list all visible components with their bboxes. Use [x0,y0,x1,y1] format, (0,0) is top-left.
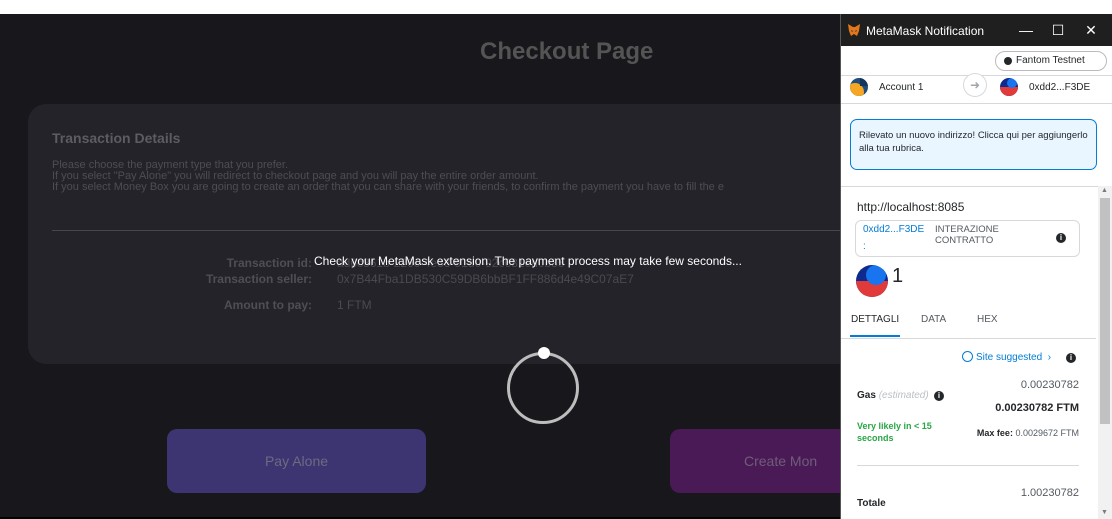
from-account-name[interactable]: Account 1 [879,82,923,93]
max-fee: Max fee: 0.0029672 FTM [977,428,1079,438]
network-selector[interactable]: Fantom Testnet [995,51,1107,71]
details-tabs: DETTAGLI DATA HEX [841,314,1096,338]
amount-label: Amount to pay: [224,298,312,312]
tab-details[interactable]: DETTAGLI [851,314,899,325]
divider [841,186,1112,187]
scroll-down-icon[interactable]: ▼ [1101,509,1108,516]
total-value: 1.00230782 [1020,487,1079,499]
token-avatar-icon [856,265,888,297]
divider [841,338,1096,339]
transaction-seller-value: 0x7B44Fba1DB530C59DB6bbBF1FF886d4e49C07a… [337,272,634,286]
gas-speed-estimate: Very likely in < 15 seconds [857,421,932,443]
window-titlebar: MetaMask Notification — ☐ ✕ [841,14,1112,46]
divider [857,465,1079,466]
info-icon[interactable]: i [934,391,944,401]
contract-address[interactable]: 0xdd2...F3DE [863,224,924,235]
transaction-amount: 1 [892,265,904,287]
network-status-icon [1004,57,1012,65]
network-name: Fantom Testnet [1016,55,1085,66]
minimize-button[interactable]: — [1016,20,1036,40]
globe-icon [962,351,973,362]
arrow-right-icon: ➜ [963,73,987,97]
dapp-dimmed-background: Checkout Page Transaction Details Please… [0,14,840,519]
max-fee-label: Max fee: [976,428,1013,438]
gas-label-text: Gas [857,390,876,401]
new-address-notice[interactable]: Rilevato un nuovo indirizzo! Clicca qui … [850,119,1097,170]
chevron-right-icon: › [1044,352,1052,363]
tab-data[interactable]: DATA [921,314,946,325]
close-button[interactable]: ✕ [1081,20,1101,40]
metamask-notification-window: MetaMask Notification — ☐ ✕ Fantom Testn… [840,14,1112,519]
card-title: Transaction Details [52,130,181,146]
contract-interaction-box[interactable]: 0xdd2...F3DE : INTERAZIONE CONTRATTO i [855,220,1080,257]
site-suggested-label: Site suggested [976,352,1043,363]
transaction-id-label: Transaction id: [226,256,312,270]
page-title: Checkout Page [480,38,654,65]
info-icon[interactable]: i [1066,353,1076,363]
card-description: Please choose the payment type that you … [52,160,724,193]
gas-value-ftm: 0.00230782 FTM [995,402,1079,414]
spinner-dot [538,347,550,359]
gas-label: Gas (estimated) [857,390,929,401]
site-suggested-link[interactable]: Site suggested › [962,351,1051,363]
window-title: MetaMask Notification [866,24,985,38]
pay-alone-button[interactable]: Pay Alone [167,429,426,493]
transaction-details-card: Transaction Details Please choose the pa… [28,104,840,364]
gas-estimated-label: (estimated) [878,390,929,401]
transaction-seller-label: Transaction seller: [205,272,312,286]
metamask-wait-message: Check your MetaMask extension. The payme… [314,254,742,268]
total-label: Totale [857,498,886,509]
create-money-box-button[interactable]: Create Mon [670,429,840,493]
recipient-address[interactable]: 0xdd2...F3DE [1029,82,1090,93]
info-icon[interactable]: i [1056,233,1066,243]
description-line: If you select Money Box you are going to… [52,181,724,193]
scroll-thumb[interactable] [1100,198,1110,424]
recipient-avatar-icon [1000,78,1018,96]
metamask-fox-icon [848,24,860,36]
divider [841,103,1112,104]
gas-value: 0.00230782 [1020,379,1079,391]
contract-colon: : [863,241,866,252]
account-avatar-icon [850,78,868,96]
max-fee-value: 0.0029672 FTM [1015,428,1079,438]
divider [52,230,840,231]
scrollbar[interactable]: ▲ ▼ [1098,186,1112,519]
contract-method-label: INTERAZIONE CONTRATTO [935,224,999,246]
amount-value: 1 FTM [337,298,372,312]
active-tab-indicator [850,335,900,337]
dapp-window: Checkout Page Transaction Details Please… [0,14,840,519]
scroll-up-icon[interactable]: ▲ [1101,187,1108,194]
maximize-button[interactable]: ☐ [1048,20,1068,40]
screen: Checkout Page Transaction Details Please… [0,14,1112,519]
tab-hex[interactable]: HEX [977,314,998,325]
loading-spinner [507,352,579,424]
origin-url: http://localhost:8085 [857,200,965,214]
